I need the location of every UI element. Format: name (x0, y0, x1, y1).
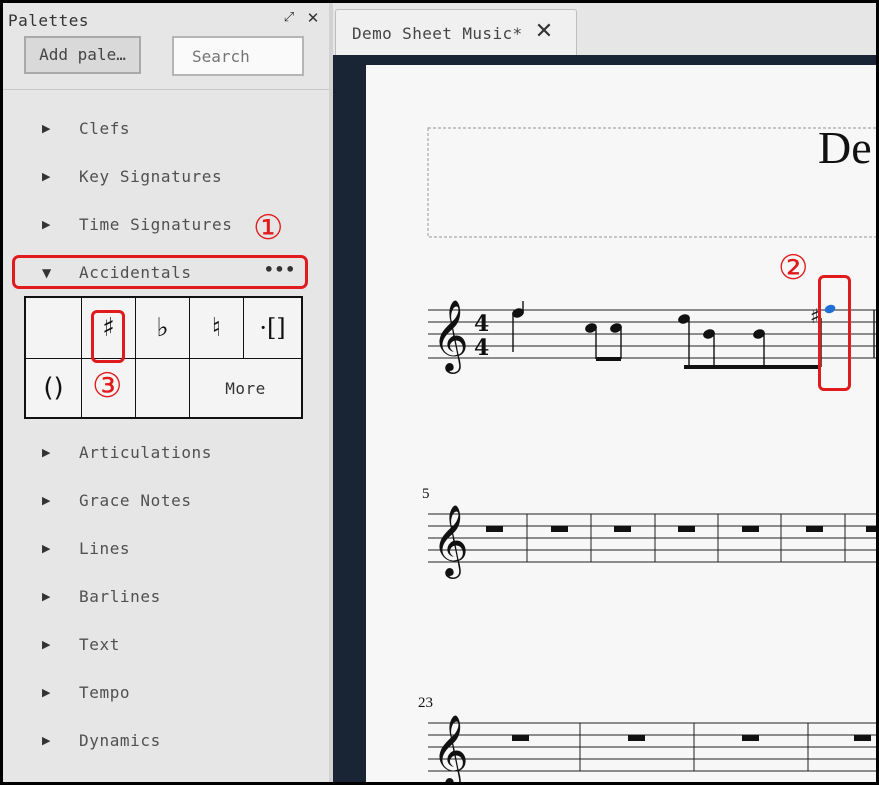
title-frame[interactable] (427, 127, 876, 238)
measure-number[interactable]: 5 (422, 486, 430, 502)
expand-arrow-icon: ▶ (42, 170, 51, 183)
score-notation[interactable]: De 𝄞 4 4 ♯ 5 𝄞 23 𝄞 (366, 65, 876, 782)
palette-clefs[interactable]: ▶ Clefs (3, 114, 329, 144)
palette-options-button[interactable]: ••• (263, 259, 297, 285)
score-page[interactable]: De 𝄞 4 4 ♯ 5 𝄞 23 𝄞 (366, 65, 876, 782)
palette-label: Dynamics (79, 731, 161, 750)
staff-system-2[interactable] (428, 513, 876, 563)
palette-label: Clefs (79, 119, 131, 138)
expand-arrow-icon: ▶ (42, 590, 51, 603)
palette-search-input[interactable] (172, 36, 304, 76)
expand-arrow-icon: ▶ (42, 122, 51, 135)
palette-barlines[interactable]: ▶ Barlines (3, 582, 329, 612)
whole-rests-system-3[interactable] (512, 735, 871, 741)
palette-label: Time Signatures (79, 215, 233, 234)
palette-label: Lines (79, 539, 131, 558)
expand-arrow-icon: ▶ (42, 734, 51, 747)
close-tab-icon[interactable]: ✕ (533, 20, 555, 44)
score-title[interactable]: De (818, 122, 872, 173)
flat-cell[interactable]: ♭ (136, 298, 190, 359)
palette-label: Tempo (79, 683, 131, 702)
measure-number[interactable]: 23 (418, 695, 433, 711)
double-sharp-cell[interactable] (26, 298, 82, 359)
palette-grace-notes[interactable]: ▶ Grace Notes (3, 486, 329, 516)
undock-icon[interactable]: ⤢ (282, 11, 296, 25)
palette-lines[interactable]: ▶ Lines (3, 534, 329, 564)
app-frame: Palettes ⤢ ✕ Add pale… ▶ Clefs ▶ Key Sig… (3, 3, 876, 782)
tab-label: Demo Sheet Music* (352, 24, 523, 43)
staff-system-1[interactable] (428, 309, 876, 359)
empty-cell (136, 359, 190, 417)
annotation-box-sharp (91, 310, 125, 363)
palette-text[interactable]: ▶ Text (3, 630, 329, 660)
annotation-step-3: ③ (92, 366, 123, 406)
palette-key-signatures[interactable]: ▶ Key Signatures (3, 162, 329, 192)
staff-system-3[interactable] (428, 722, 876, 772)
palette-label: Text (79, 635, 120, 654)
parentheses-cell[interactable]: () (26, 359, 82, 417)
annotation-box-note (818, 275, 851, 391)
more-button[interactable]: More (190, 359, 301, 417)
expand-arrow-icon: ▶ (42, 446, 51, 459)
palettes-title: Palettes (8, 11, 90, 30)
palette-tempo[interactable]: ▶ Tempo (3, 678, 329, 708)
score-view[interactable]: De 𝄞 4 4 ♯ 5 𝄞 23 𝄞 (333, 55, 876, 782)
accidentals-palette-grid: ♯ ♭ ♮ ·[] () More (24, 296, 303, 419)
palette-label: Grace Notes (79, 491, 192, 510)
palette-label: Barlines (79, 587, 161, 606)
palettes-panel: Palettes ⤢ ✕ Add pale… ▶ Clefs ▶ Key Sig… (3, 3, 329, 782)
palette-label: Key Signatures (79, 167, 223, 186)
add-palettes-button[interactable]: Add pale… (24, 36, 141, 74)
annotation-step-1: ① (253, 208, 284, 248)
natural-cell[interactable]: ♮ (190, 298, 244, 359)
treble-clef[interactable]: 𝄞 (432, 713, 469, 782)
divider (3, 89, 329, 90)
whole-rests-system-2[interactable] (486, 526, 876, 532)
expand-arrow-icon: ▶ (42, 218, 51, 231)
palette-dynamics[interactable]: ▶ Dynamics (3, 726, 329, 756)
close-panel-icon[interactable]: ✕ (306, 11, 320, 26)
palette-articulations[interactable]: ▶ Articulations (3, 438, 329, 468)
time-signature-top[interactable]: 4 (474, 311, 489, 337)
annotation-step-2: ② (778, 248, 809, 288)
brackets-cell[interactable]: ·[] (244, 298, 301, 359)
palette-label: Articulations (79, 443, 213, 462)
expand-arrow-icon: ▶ (42, 542, 51, 555)
treble-clef[interactable]: 𝄞 (432, 503, 469, 579)
expand-arrow-icon: ▶ (42, 638, 51, 651)
tab-demo-sheet-music[interactable]: Demo Sheet Music* ✕ (335, 9, 577, 56)
time-signature-bottom[interactable]: 4 (474, 335, 489, 361)
expand-arrow-icon: ▶ (42, 494, 51, 507)
expand-arrow-icon: ▶ (42, 686, 51, 699)
treble-clef[interactable]: 𝄞 (432, 298, 469, 374)
